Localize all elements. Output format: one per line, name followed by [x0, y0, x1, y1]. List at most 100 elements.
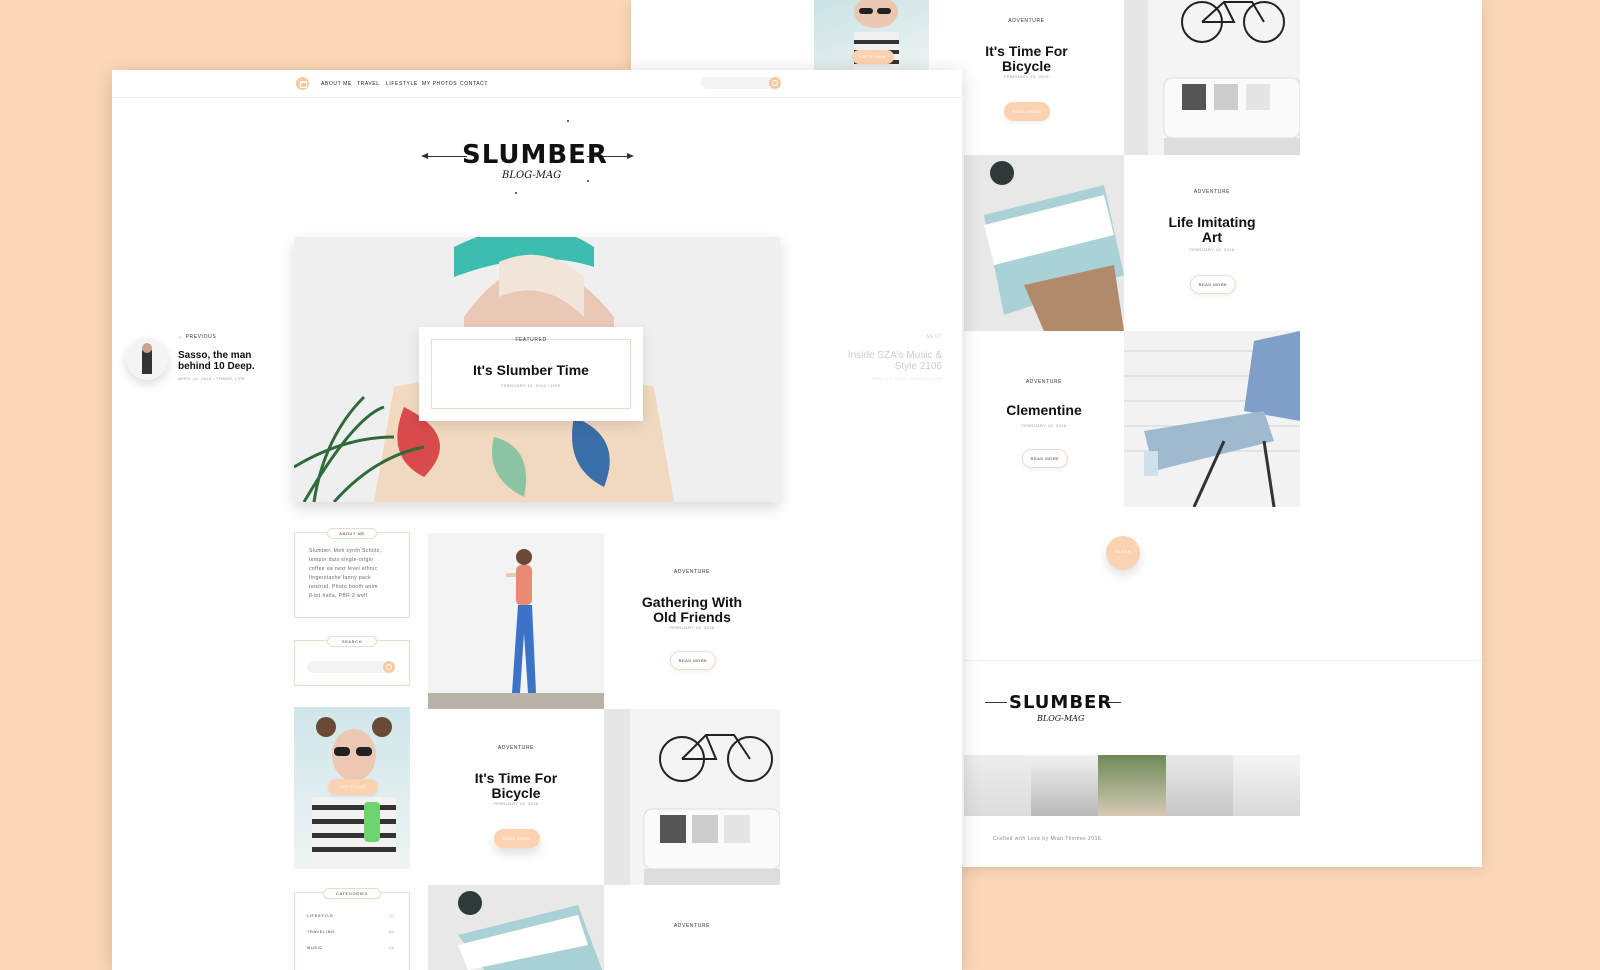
logo-decoration — [587, 180, 589, 182]
footer-photo-strip — [964, 755, 1301, 816]
post-category: ADVENTURE — [1008, 18, 1045, 24]
promo-photo-top: LET'S TALK — [814, 0, 929, 70]
previous-post-photo — [142, 343, 152, 374]
footer-photo[interactable] — [1165, 755, 1233, 816]
featured-title[interactable]: It's Slumber Time — [419, 363, 643, 378]
previous-label[interactable]: ← PREVIOUS — [178, 334, 216, 340]
post-card-front-1: ADVENTURE Gathering With Old Friends FEBR… — [604, 533, 780, 709]
front-page-preview: ABOUT ME TRAVEL LIFESTYLE MY PHOTOS CONT… — [112, 70, 962, 970]
post-card-front-2: ADVENTURE It's Time For Bicycle FEBRUARY … — [428, 709, 604, 885]
load-more-button[interactable]: OLDER — [1106, 536, 1140, 570]
previous-post-date: APRIL 14, 2016 / TRAVEL LIFE — [178, 376, 246, 381]
book-stack-illustration — [984, 161, 1124, 331]
book-stack-illustration — [458, 891, 603, 970]
logo-arrow-left — [427, 156, 467, 157]
category-count: (3) — [389, 945, 394, 950]
post-title[interactable]: Gathering With Old Friends — [604, 595, 780, 624]
site-logo[interactable]: SLUMBER BLOG-MAG — [417, 118, 637, 198]
nav-item-about[interactable]: ABOUT ME — [321, 81, 352, 87]
category-item[interactable]: LIFESTYLE — [307, 913, 334, 918]
post-category: ADVENTURE — [1193, 189, 1231, 195]
nav-item-photos[interactable]: MY PHOTOS — [422, 81, 457, 87]
read-more-button[interactable]: READ MORE — [1190, 275, 1236, 294]
post-date: FEBRUARY 15, 2016 — [669, 625, 715, 630]
bicycle-photo — [1124, 0, 1300, 155]
post-category: ADVENTURE — [673, 923, 711, 929]
chair-photo — [1124, 331, 1300, 507]
previous-post-title[interactable]: Sasso, the man behind 10 Deep. — [178, 350, 255, 372]
logo-title: SLUMBER — [462, 140, 608, 170]
featured-hero-image[interactable]: FEATURED It's Slumber Time FEBRUARY 15, … — [294, 237, 780, 502]
search-icon[interactable] — [383, 661, 395, 673]
post-card-front-3: ADVENTURE — [604, 885, 780, 970]
footer-photo[interactable] — [1098, 755, 1166, 816]
person-on-stool-illustration — [1124, 331, 1300, 507]
post-category: ADVENTURE — [1025, 379, 1063, 385]
search-icon[interactable] — [769, 77, 781, 89]
post-title[interactable]: Clementine — [964, 403, 1124, 418]
footer-divider — [964, 660, 1482, 661]
about-widget-title: ABOUT ME — [327, 528, 377, 539]
book-photo — [964, 155, 1124, 331]
nav-item-lifestyle[interactable]: LIFESTYLE — [386, 81, 418, 87]
post-card-back-3: ADVENTURE Clementine FEBRUARY 15, 2016 R… — [964, 331, 1124, 507]
nav-item-travel[interactable]: TRAVEL — [357, 81, 380, 87]
lets-talk-button[interactable]: LET'S TALK — [328, 779, 378, 795]
logo-decoration — [515, 192, 517, 194]
post-title[interactable]: It's Time For Bicycle — [428, 771, 604, 800]
featured-date: FEBRUARY 15, 2016 / LIFE — [501, 383, 561, 388]
logo-arrow-head — [627, 153, 634, 159]
next-post-date: APRIL 14, 2016 / FASHION LIFE — [871, 376, 942, 381]
post-category: ADVENTURE — [673, 569, 711, 575]
logo-decoration — [567, 120, 569, 122]
logo-arrow-head — [421, 153, 428, 159]
load-more-label: OLDER — [1114, 549, 1132, 554]
footer-photo[interactable] — [964, 755, 1032, 816]
bicycle-room-illustration — [604, 709, 780, 885]
category-item[interactable]: TRAVELING — [307, 929, 335, 934]
read-more-button[interactable]: READ MORE — [1004, 102, 1050, 121]
previous-post-thumb[interactable] — [126, 338, 168, 380]
next-post-title[interactable]: Inside SZA's Music & Style 2106 — [812, 350, 942, 372]
footer-credit: Crafted with Love by Mian Themes 2016. — [993, 836, 1104, 842]
categories-widget-title: CATEGORIES — [323, 888, 381, 899]
post-card-back-1: ADVENTURE It's Time For Bicycle FEBRUARY … — [948, 0, 1105, 155]
post-date: FEBRUARY 15, 2016 — [493, 801, 539, 806]
read-more-button[interactable]: READ MORE — [670, 651, 716, 670]
search-widget: SEARCH — [294, 636, 410, 686]
post-title[interactable]: It's Time For Bicycle — [948, 44, 1105, 73]
post-date: FEBRUARY 15, 2016 — [1021, 423, 1067, 428]
sidebar-search-input[interactable] — [307, 661, 393, 673]
next-label[interactable]: NEXT — [812, 334, 942, 340]
search-input[interactable] — [701, 77, 779, 89]
walking-man-photo[interactable] — [428, 533, 604, 709]
read-more-button[interactable]: READ MORE — [1022, 449, 1068, 468]
post-date: FEBRUARY 15, 2016 — [1189, 247, 1235, 252]
category-count: (7) — [389, 913, 394, 918]
search-widget-title: SEARCH — [327, 636, 377, 647]
featured-category: FEATURED — [515, 337, 547, 343]
footer-logo-title: SLUMBER — [1009, 692, 1113, 713]
promo-button-top[interactable]: LET'S TALK — [852, 50, 894, 64]
logo-subtitle: BLOG-MAG — [502, 170, 562, 181]
arrow-left-icon: ← — [178, 334, 184, 340]
post-title[interactable]: Life Imitating Art — [1124, 215, 1300, 244]
footer-photo[interactable] — [1232, 755, 1301, 816]
about-widget: ABOUT ME Slumber. Meh synth Schlitz, temp… — [294, 528, 410, 618]
footer-photo[interactable] — [1031, 755, 1099, 816]
footer-logo-subtitle: BLOG-MAG — [1037, 714, 1085, 723]
category-count: (5) — [389, 929, 394, 934]
nav-item-contact[interactable]: CONTACT — [460, 81, 488, 87]
read-more-button[interactable]: READ MORE — [494, 829, 540, 848]
categories-widget: CATEGORIES LIFESTYLE (7) TRAVELING (5) M… — [294, 888, 410, 970]
book-photo[interactable] — [428, 885, 604, 970]
bicycle-photo[interactable] — [604, 709, 780, 885]
featured-card[interactable]: FEATURED It's Slumber Time FEBRUARY 15, … — [419, 327, 643, 421]
logo-arrow-left — [985, 702, 1007, 703]
category-item[interactable]: MUSIC — [307, 945, 323, 950]
top-navigation: ABOUT ME TRAVEL LIFESTYLE MY PHOTOS CONT… — [112, 70, 962, 98]
bicycle-room-illustration — [1124, 0, 1300, 155]
home-icon[interactable] — [296, 77, 309, 90]
post-date: FEBRUARY 15, 2016 — [1003, 74, 1050, 79]
walking-man-illustration — [428, 549, 604, 709]
